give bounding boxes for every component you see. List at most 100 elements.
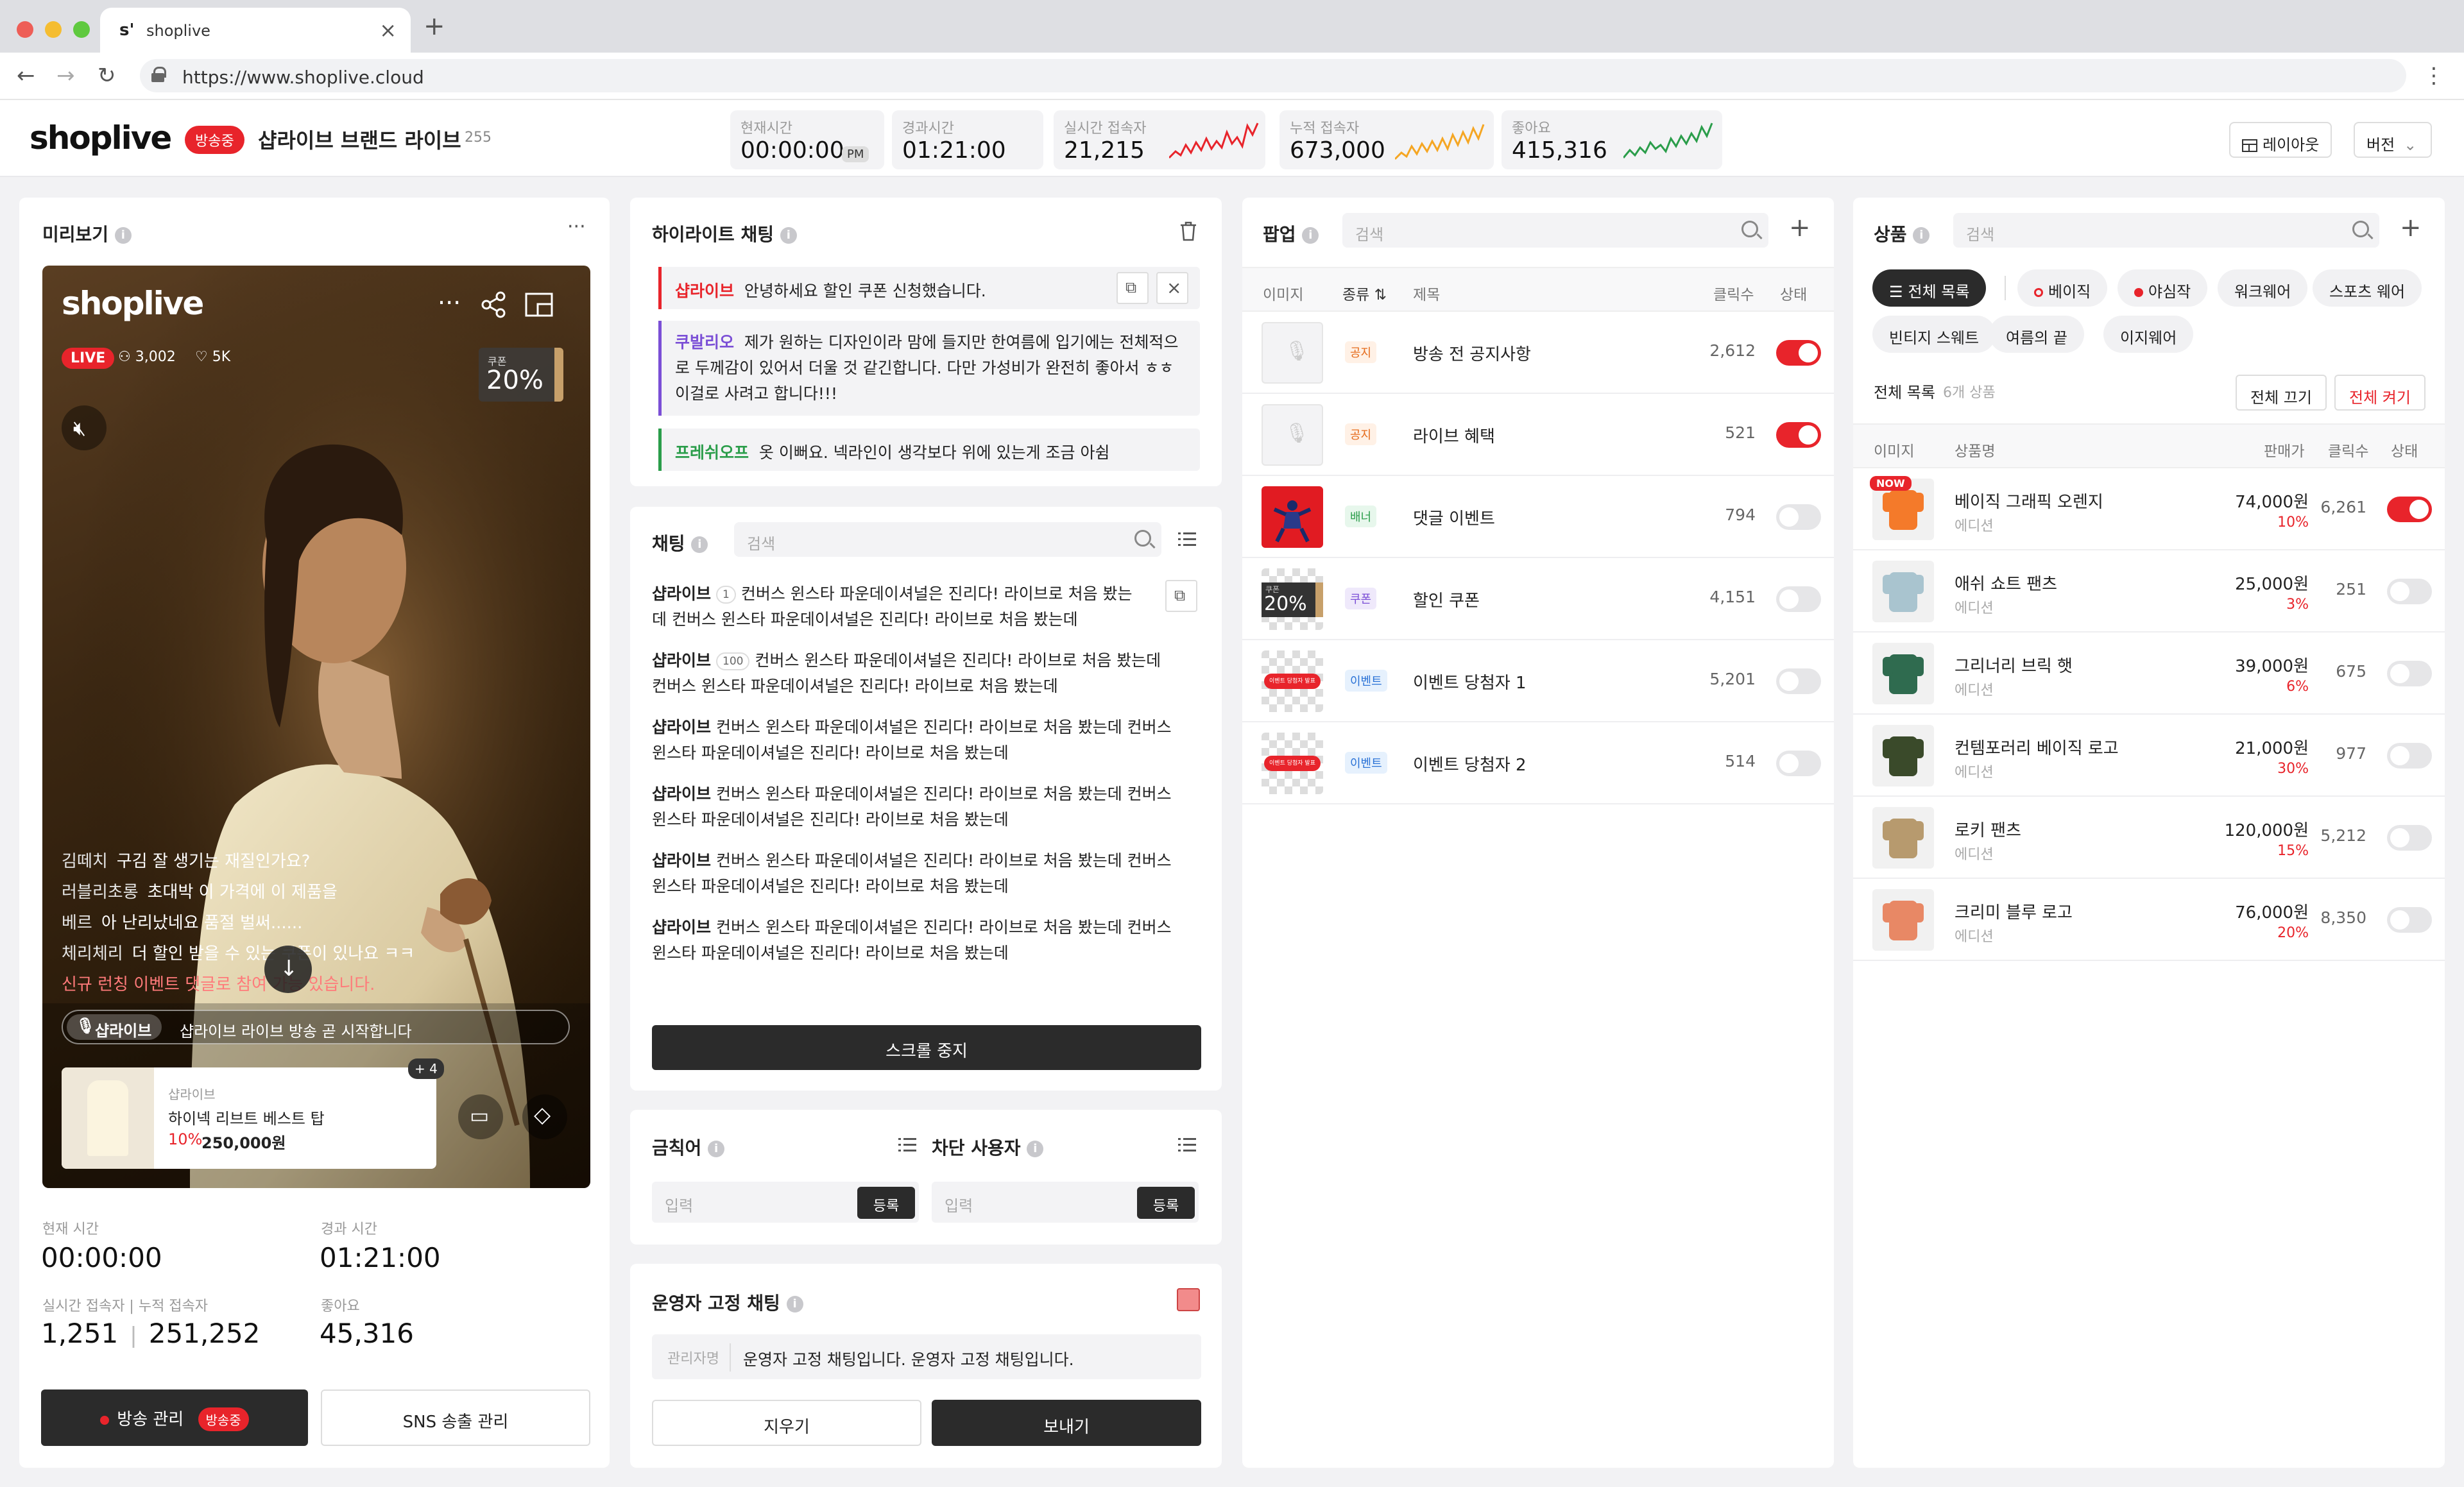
table-row[interactable]: 베이직 그래픽 오렌지 에디션 74,000원 10% 6,261 NOW — [1853, 468, 2445, 550]
back-icon[interactable]: ← — [17, 63, 35, 89]
banned-list-icon[interactable] — [898, 1138, 916, 1152]
table-row[interactable]: 🎙︎ 공지 방송 전 공지사항 2,612 — [1242, 312, 1834, 394]
chat-message[interactable]: 샵라이브 1 컨버스 윈스타 파운데이셔널은 진리다! 라이브로 처음 봤는데 컨버… — [652, 581, 1146, 633]
info-icon[interactable]: i — [786, 1296, 803, 1313]
status-toggle[interactable] — [1776, 422, 1821, 448]
chat-message[interactable]: 샵라이브 컨버스 윈스타 파운데이셔널은 진리다! 라이브로 처음 봤는데 컨버스… — [652, 781, 1178, 833]
info-icon[interactable]: i — [780, 227, 797, 244]
table-row[interactable]: 🎙︎ 공지 라이브 혜택 521 — [1242, 394, 1834, 476]
table-row[interactable]: 로키 팬츠 에디션 120,000원 15% 5,212 — [1853, 797, 2445, 879]
stop-scroll-button[interactable]: 스크롤 중지 — [652, 1025, 1201, 1070]
table-row[interactable]: 그리너리 브릭 햇 에디션 39,000원 6% 675 — [1853, 633, 2445, 715]
chip-workwear[interactable]: 워크웨어 — [2218, 269, 2308, 307]
chip-vintage-sweat[interactable]: 빈티지 스웨트 — [1872, 316, 1996, 353]
gift-button[interactable]: ◇ — [522, 1094, 567, 1139]
product-card[interactable]: 샵라이브 하이넥 리브트 베스트 탑 10% 250,000원 — [62, 1067, 436, 1169]
all-on-button[interactable]: 전체 켜기 — [2334, 375, 2426, 411]
clear-button[interactable]: 지우기 — [652, 1400, 921, 1446]
broadcast-manage-button[interactable]: 방송 관리 방송중 — [41, 1389, 308, 1446]
info-icon[interactable]: i — [708, 1141, 725, 1157]
products-search-input[interactable]: 검색 — [1953, 213, 2379, 248]
copy-button[interactable]: ⧉ — [1165, 580, 1197, 612]
close-tab-icon[interactable]: × — [379, 18, 397, 42]
highlight-chat-item[interactable]: 쿠발리오 제가 원하는 디자인이라 맘에 들지만 한여름에 입기에는 전체적으로… — [658, 321, 1200, 416]
new-tab-icon[interactable]: + — [424, 12, 445, 41]
browser-tab[interactable]: s' shoplive × — [100, 8, 411, 53]
pip-icon[interactable] — [525, 293, 553, 317]
admin-chat-input[interactable]: 관리자명 운영자 고정 채팅입니다. 운영자 고정 채팅입니다. — [652, 1334, 1201, 1379]
live-video-preview[interactable]: shoplive ··· LIVE ⚇ 3,002 ♡ 5K 쿠폰 20% 🔇︎… — [42, 266, 590, 1188]
chip-all[interactable]: ☰ 전체 목록 — [1872, 269, 1987, 307]
dismiss-button[interactable]: × — [1156, 272, 1188, 304]
chip-basic[interactable]: 베이직 — [2017, 269, 2108, 307]
all-off-button[interactable]: 전체 끄기 — [2236, 375, 2327, 411]
chip-easywear[interactable]: 이지웨어 — [2103, 316, 2194, 353]
status-toggle[interactable] — [2387, 661, 2432, 686]
blocked-list-icon[interactable] — [1178, 1138, 1196, 1152]
list-icon[interactable] — [1178, 532, 1196, 547]
share-icon[interactable] — [480, 291, 507, 318]
chip-ambitious[interactable]: 야심작 — [2118, 269, 2208, 307]
forward-icon[interactable]: → — [56, 63, 75, 89]
product-image — [1883, 654, 1924, 694]
send-button[interactable]: 보내기 — [932, 1400, 1201, 1446]
chat-search-input[interactable]: 검색 — [734, 522, 1161, 557]
table-row[interactable]: 이벤트 당첨자 발표 이벤트 이벤트 당첨자 1 5,201 — [1242, 640, 1834, 722]
status-toggle[interactable] — [1776, 751, 1821, 776]
chat-message[interactable]: 샵라이브 컨버스 윈스타 파운데이셔널은 진리다! 라이브로 처음 봤는데 컨버스… — [652, 915, 1178, 966]
highlight-chat-item[interactable]: 샵라이브 안녕하세요 할인 쿠폰 신청했습니다. ⧉ × — [658, 267, 1200, 309]
coupon-widget[interactable]: 쿠폰 20% — [479, 348, 563, 402]
more-products-badge[interactable]: + 4 — [408, 1058, 444, 1079]
scroll-down-button[interactable]: ↓ — [264, 946, 312, 993]
info-icon[interactable]: i — [114, 227, 132, 244]
highlight-chat-item[interactable]: 프레쉬오프 옷 이뻐요. 넥라인이 생각보다 위에 있는게 조금 아쉼 — [658, 429, 1200, 471]
browser-menu-icon[interactable]: ⋮ — [2423, 63, 2445, 89]
table-row[interactable]: 크리미 블루 로고 에디션 76,000원 20% 8,350 — [1853, 879, 2445, 961]
sns-stream-button[interactable]: SNS 송출 관리 — [321, 1389, 590, 1446]
more-icon[interactable]: ··· — [567, 216, 586, 238]
status-toggle[interactable] — [2387, 579, 2432, 604]
copy-button[interactable]: ⧉ — [1116, 272, 1149, 304]
chat-message[interactable]: 샵라이브 100 컨버스 윈스타 파운데이셔널은 진리다! 라이브로 처음 봤는데 … — [652, 648, 1178, 699]
add-product-icon[interactable]: + — [2400, 213, 2422, 242]
color-picker[interactable] — [1177, 1288, 1200, 1311]
thumb-event-label: 이벤트 당첨자 발표 — [1264, 674, 1321, 689]
maximize-window-icon[interactable] — [73, 21, 90, 38]
status-toggle[interactable] — [1776, 668, 1821, 694]
banned-register-button[interactable]: 등록 — [857, 1187, 915, 1219]
info-icon[interactable]: i — [1027, 1141, 1044, 1157]
add-popup-icon[interactable]: + — [1789, 213, 1811, 242]
status-toggle[interactable] — [1776, 504, 1821, 530]
version-dropdown[interactable]: 버전 ⌄ — [2354, 122, 2432, 158]
column-type-sort[interactable]: 종류 ⇅ — [1342, 282, 1387, 304]
chat-message[interactable]: 샵라이브 컨버스 윈스타 파운데이셔널은 진리다! 라이브로 처음 봤는데 컨버스… — [652, 848, 1178, 899]
url-field[interactable]: https://www.shoplive.cloud — [140, 59, 2406, 92]
info-icon[interactable]: i — [1302, 227, 1319, 244]
layout-button[interactable]: 레이아웃 — [2229, 122, 2332, 158]
table-row[interactable]: 애쉬 쇼트 팬츠 에디션 25,000원 3% 251 — [1853, 550, 2445, 633]
status-toggle[interactable] — [1776, 340, 1821, 366]
blocked-register-button[interactable]: 등록 — [1137, 1187, 1195, 1219]
close-window-icon[interactable] — [17, 21, 33, 38]
table-row[interactable]: 쿠폰 20% 쿠폰 할인 쿠폰 4,151 — [1242, 558, 1834, 640]
chip-sportswear[interactable]: 스포츠 웨어 — [2313, 269, 2422, 307]
status-toggle[interactable] — [2387, 825, 2432, 851]
minimize-window-icon[interactable] — [45, 21, 62, 38]
trash-icon[interactable] — [1179, 221, 1197, 241]
status-toggle[interactable] — [2387, 743, 2432, 769]
popup-search-input[interactable]: 검색 — [1342, 213, 1768, 248]
mute-button[interactable]: 🔇︎ — [62, 405, 107, 450]
chip-end-of-summer[interactable]: 여름의 끝 — [1989, 316, 2084, 353]
table-row[interactable]: 이벤트 당첨자 발표 이벤트 이벤트 당첨자 2 514 — [1242, 722, 1834, 804]
status-toggle[interactable] — [2387, 907, 2432, 933]
more-options-icon[interactable]: ··· — [438, 289, 461, 317]
chat-message[interactable]: 샵라이브 컨버스 윈스타 파운데이셔널은 진리다! 라이브로 처음 봤는데 컨버스… — [652, 715, 1178, 766]
info-icon[interactable]: i — [1913, 227, 1930, 244]
table-row[interactable]: 배너 댓글 이벤트 794 — [1242, 476, 1834, 558]
status-toggle[interactable] — [2387, 497, 2432, 522]
table-row[interactable]: 컨템포러리 베이직 로고 에디션 21,000원 30% 977 — [1853, 715, 2445, 797]
reload-icon[interactable]: ↻ — [98, 63, 116, 89]
chat-button[interactable]: ▭ — [458, 1094, 503, 1139]
info-icon[interactable]: i — [691, 536, 708, 553]
status-toggle[interactable] — [1776, 586, 1821, 612]
